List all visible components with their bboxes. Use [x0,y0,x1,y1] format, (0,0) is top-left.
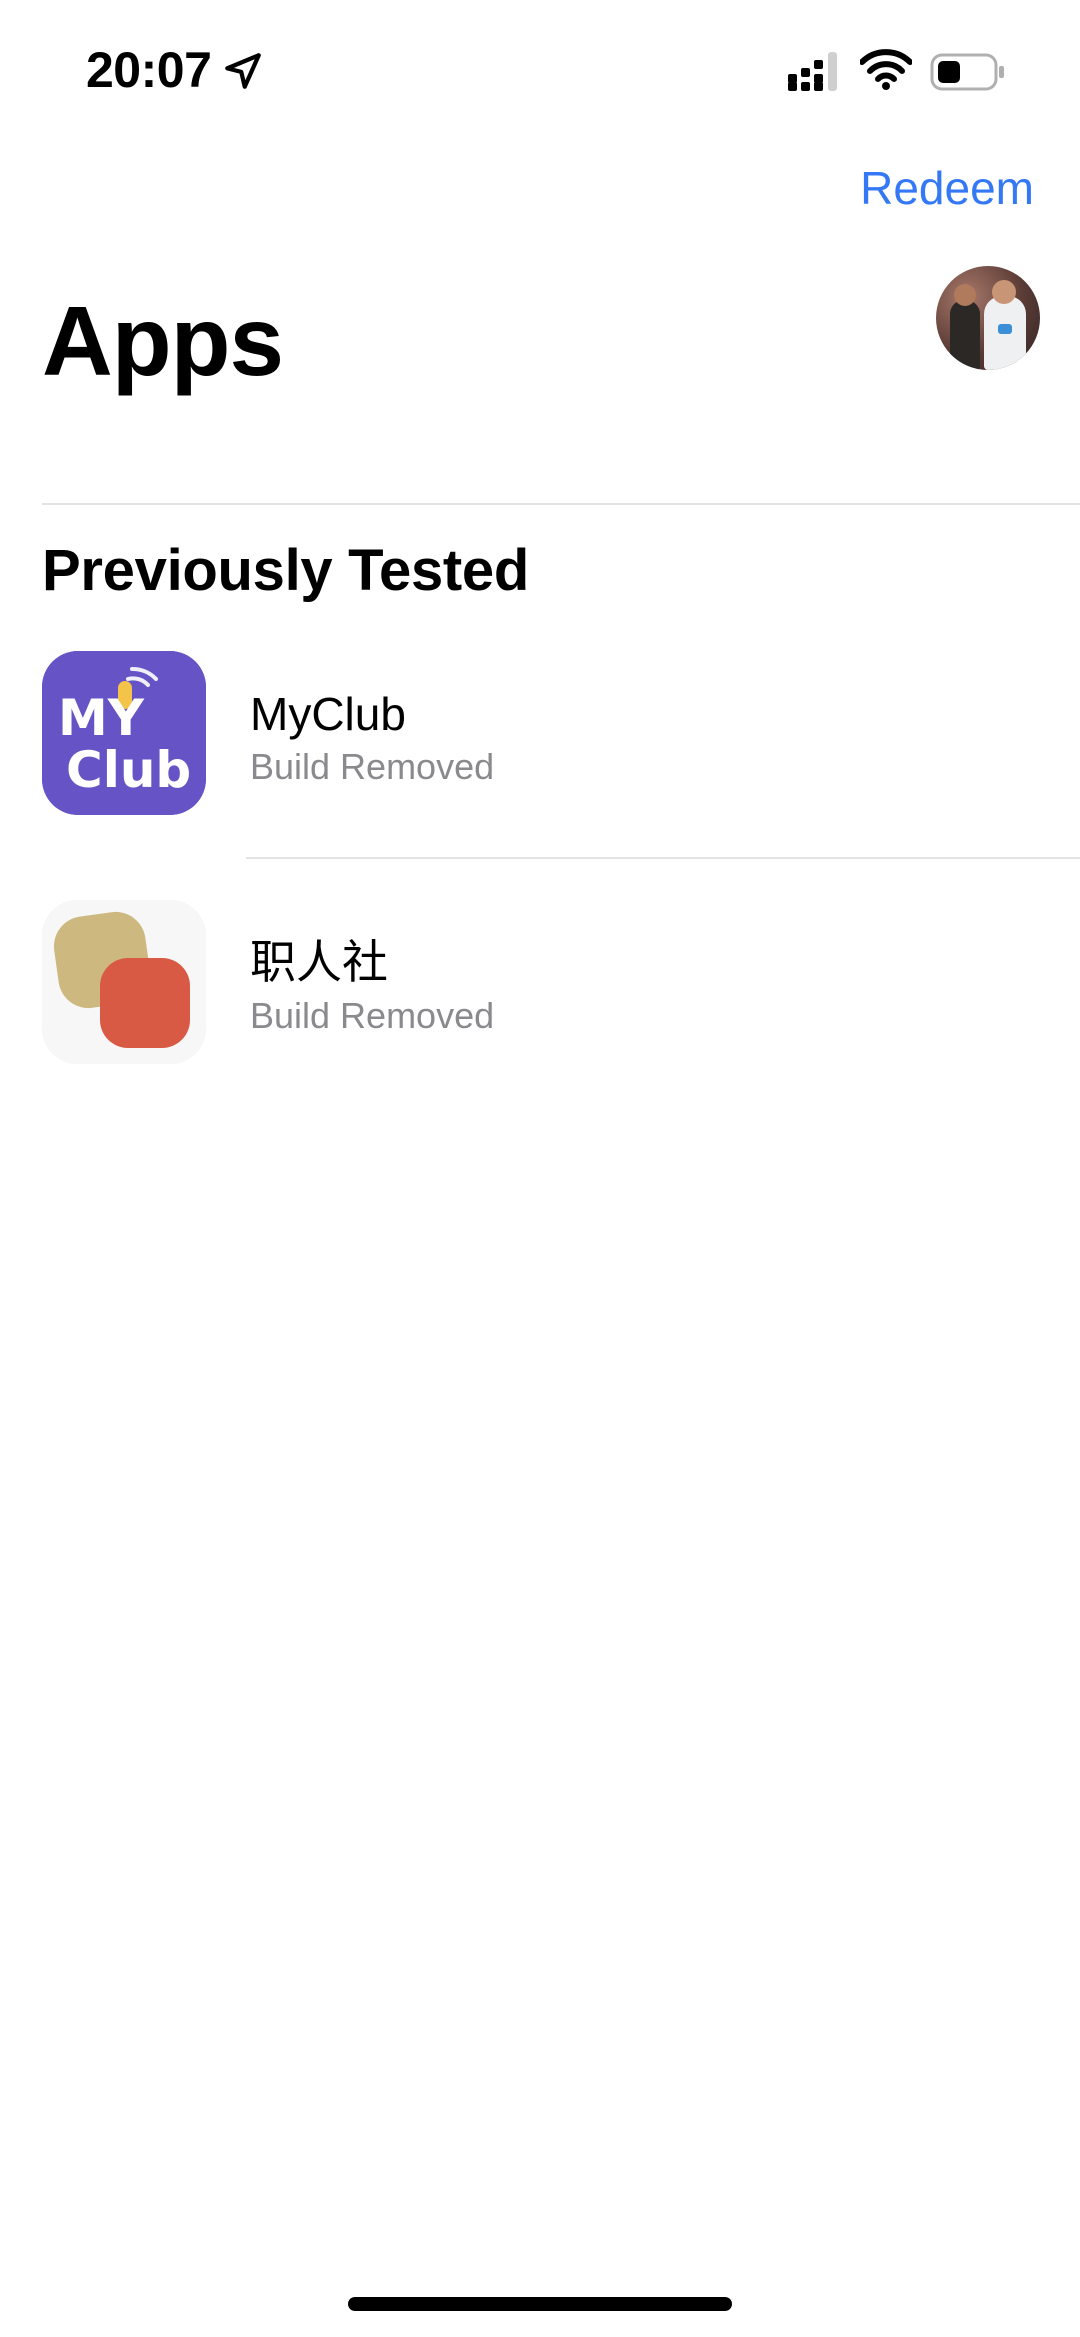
redeem-button[interactable]: Redeem [860,160,1034,216]
wifi-icon [860,49,912,90]
home-indicator[interactable] [348,2297,732,2311]
svg-text:MY: MY [58,689,145,747]
location-arrow-icon [225,53,261,89]
section-header: Previously Tested [42,538,530,603]
cellular-signal-icon [788,52,837,91]
app-name[interactable]: MyClub [250,686,406,742]
app-status: Build Removed [250,746,495,787]
app-name[interactable]: 职人社 [250,934,388,990]
app-status: Build Removed [250,995,495,1036]
overlapping-squares-icon [42,900,206,1064]
divider [42,503,1080,505]
row-divider [246,857,1080,859]
myclub-app-icon[interactable]: MY Club [42,651,206,815]
account-avatar[interactable] [936,266,1040,370]
status-time: 20:07 [86,42,212,98]
svg-text:Club: Club [66,741,191,799]
zhirenshe-app-icon[interactable] [42,900,206,1064]
battery-icon [930,53,1004,91]
myclub-logo-icon: MY Club [42,651,206,815]
page-title: Apps [42,286,284,396]
